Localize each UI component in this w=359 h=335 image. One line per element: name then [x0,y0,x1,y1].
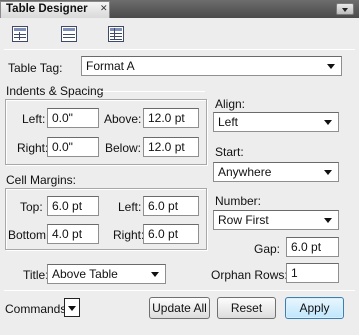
margin-right-input[interactable]: 6.0 pt [143,224,199,244]
footer-separator [4,290,355,291]
orphan-rows-label: Orphan Rows: [211,268,288,282]
table-row-properties-icon[interactable] [61,26,77,42]
indent-right-label: Right: [17,141,49,155]
margin-left-label: Left: [118,200,142,214]
numbering-select[interactable]: Row First [213,210,339,230]
indent-right-input[interactable]: 0.0" [47,137,99,157]
margin-right-label: Right: [113,228,145,242]
toolbar-separator [4,49,355,50]
space-above-label: Above: [104,112,142,126]
panel-menu-button[interactable] [336,3,354,15]
table-tag-value: Format A [86,59,135,73]
margin-top-input[interactable]: 6.0 pt [47,196,99,216]
chevron-down-icon [324,120,332,125]
start-value: Anywhere [218,165,272,179]
number-label: Number: [215,194,262,208]
orphan-rows-input[interactable]: 1 [286,263,339,283]
chevron-down-icon [151,272,159,277]
align-value: Left [218,115,239,129]
gap-label: Gap: [254,242,281,256]
commands-label: Commands: [5,302,70,316]
margin-top-label: Top: [20,200,43,214]
margin-bottom-label: Bottom: [8,228,50,242]
close-icon[interactable]: ✕ [100,4,108,13]
table-tag-select[interactable]: Format A [81,56,342,76]
indents-heading-rule [100,91,205,92]
align-select[interactable]: Left [213,112,339,132]
chevron-down-icon [324,218,332,223]
start-select[interactable]: Anywhere [213,162,339,182]
title-position-select[interactable]: Above Table [47,264,166,284]
space-above-input[interactable]: 12.0 pt [143,108,199,128]
margin-bottom-input[interactable]: 4.0 pt [47,224,99,244]
commands-menu-button[interactable] [64,298,80,317]
chevron-down-icon [324,170,332,175]
apply-button[interactable]: Apply [285,297,344,319]
cell-margins-heading: Cell Margins: [6,173,77,187]
panel-tab[interactable]: Table Designer [0,1,110,18]
title-position-value: Above Table [52,267,118,281]
table-ruling-icon[interactable] [108,26,124,42]
table-tag-label: Table Tag: [8,61,63,75]
panel-title: Table Designer [6,3,88,15]
chevron-down-icon [327,64,335,69]
numbering-value: Row First [218,213,269,227]
space-below-input[interactable]: 12.0 pt [143,137,199,157]
indent-left-input[interactable]: 0.0" [47,108,99,128]
indent-left-label: Left: [22,112,46,126]
title-label: Title: [23,268,49,282]
gap-input[interactable]: 6.0 pt [286,237,339,257]
update-all-button[interactable]: Update All [149,297,210,319]
align-label: Align: [215,97,246,111]
table-properties-icon[interactable] [12,26,28,42]
start-label: Start: [215,145,244,159]
indents-spacing-heading: Indents & Spacing [6,84,104,98]
space-below-label: Below: [105,141,142,155]
margin-left-input[interactable]: 6.0 pt [143,196,199,216]
chevron-down-icon [68,306,76,311]
reset-button[interactable]: Reset [217,297,276,319]
